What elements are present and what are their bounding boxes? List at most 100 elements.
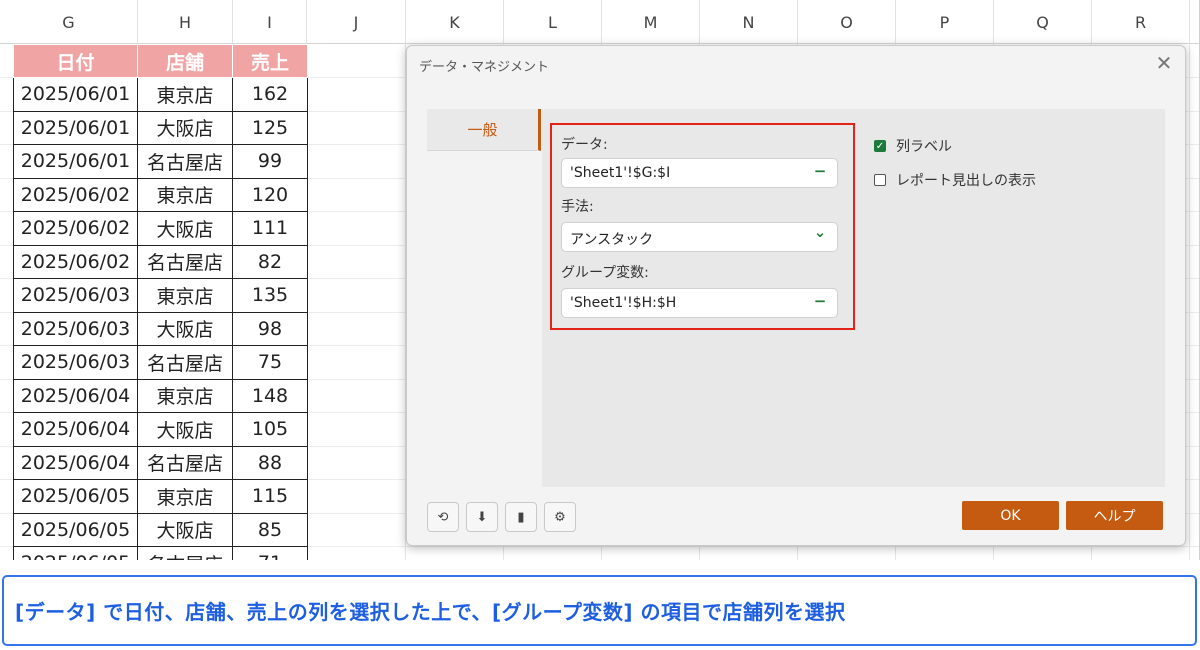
store-cell[interactable]: 東京店 [137,278,233,313]
store-cell[interactable]: 名古屋店 [137,445,233,480]
date-cell[interactable]: 2025/06/05 [13,479,138,514]
date-cell[interactable]: 2025/06/02 [13,177,138,212]
method-select[interactable]: アンスタック ⌄ [561,222,838,252]
store-cell[interactable]: 名古屋店 [137,244,233,279]
column-header[interactable]: R [1092,0,1190,44]
help-button[interactable]: ヘルプ [1066,501,1163,530]
store-cell[interactable]: 大阪店 [137,110,233,145]
ok-button[interactable]: OK [962,501,1059,530]
date-cell[interactable]: 2025/06/02 [13,244,138,279]
caption-text: [データ] で日付、店舗、売上の列を選択した上で、[グループ変数] の項目で店舗… [15,600,846,624]
sales-cell[interactable]: 162 [232,77,308,112]
date-cell[interactable]: 2025/06/04 [13,378,138,413]
report-headings-option[interactable]: レポート見出しの表示 [874,170,1036,190]
collapse-icon[interactable]: − [811,162,829,184]
sales-cell[interactable]: 85 [232,512,308,547]
column-labels-option[interactable]: ✓ 列ラベル [874,136,952,156]
store-cell[interactable]: 東京店 [137,479,233,514]
sales-cell[interactable]: 82 [232,244,308,279]
column-header[interactable]: O [798,0,896,44]
group-range-value: 'Sheet1'!$H:$H [570,295,677,311]
table-row: 2025/06/05名古屋店71 [13,546,308,560]
table-row: 2025/06/03 大阪店 98 [13,311,308,346]
sales-cell[interactable]: 99 [232,144,308,179]
date-cell[interactable]: 2025/06/03 [13,345,138,380]
sales-cell[interactable]: 120 [232,177,308,212]
group-range-field[interactable]: 'Sheet1'!$H:$H − [561,288,838,318]
column-header[interactable]: P [896,0,994,44]
date-cell[interactable]: 2025/06/03 [13,278,138,313]
sales-cell[interactable]: 71 [232,546,308,560]
store-cell[interactable]: 東京店 [137,177,233,212]
column-header[interactable]: H [138,0,233,44]
store-cell[interactable]: 名古屋店 [137,144,233,179]
checkbox-checked-icon[interactable]: ✓ [874,140,886,152]
header-cell-sales[interactable]: 売上 [232,44,308,78]
grid-line [1189,44,1190,560]
table-row: 2025/06/04 名古屋店 88 [13,445,308,480]
date-cell[interactable]: 2025/06/05 [13,546,138,560]
column-headers: GHIJKLMNOPQR [0,0,1199,44]
data-range-field[interactable]: 'Sheet1'!$G:$I − [561,158,838,188]
sales-cell[interactable]: 115 [232,479,308,514]
table-row: 2025/06/01 名古屋店 99 [13,144,308,179]
reset-icon[interactable]: ⟲ [427,502,459,532]
store-cell[interactable]: 東京店 [137,77,233,112]
sales-cell[interactable]: 105 [232,412,308,447]
column-header[interactable]: N [700,0,798,44]
store-cell[interactable]: 大阪店 [137,412,233,447]
sales-cell[interactable]: 88 [232,445,308,480]
group-variable-label: グループ変数: [561,265,649,281]
table-header-row: 日付 店舗 売上 [13,44,308,78]
store-cell[interactable]: 大阪店 [137,311,233,346]
store-cell[interactable]: 大阪店 [137,211,233,246]
column-labels-text: 列ラベル [896,139,952,155]
download-icon[interactable]: ⬇ [466,502,498,532]
store-cell[interactable]: 東京店 [137,378,233,413]
data-table: 日付 店舗 売上 2025/06/01 東京店 162 2025/06/01 大阪店 12… [13,44,308,560]
gear-icon[interactable]: ⚙ [544,502,576,532]
sales-cell[interactable]: 135 [232,278,308,313]
column-header[interactable]: Q [994,0,1092,44]
header-cell-date[interactable]: 日付 [13,44,138,78]
date-cell[interactable]: 2025/06/01 [13,77,138,112]
column-header[interactable]: I [233,0,307,44]
mouse-icon[interactable]: ▮ [505,502,537,532]
data-management-dialog: データ・マネジメント ✕ 一般 データ: 'Sheet1'!$G:$I − 手法… [406,45,1186,546]
sales-cell[interactable]: 148 [232,378,308,413]
sales-cell[interactable]: 75 [232,345,308,380]
chevron-down-icon[interactable]: ⌄ [811,223,829,245]
store-cell[interactable]: 大阪店 [137,512,233,547]
checkbox-icon[interactable] [874,174,886,186]
collapse-icon[interactable]: − [811,292,829,314]
table-row: 2025/06/01 東京店 162 [13,77,308,112]
table-row: 2025/06/02 東京店 120 [13,177,308,212]
store-cell[interactable]: 名古屋店 [137,345,233,380]
table-row: 2025/06/05 大阪店 85 [13,512,308,547]
sales-cell[interactable]: 111 [232,211,308,246]
close-icon[interactable]: ✕ [1153,52,1175,74]
data-label: データ: [561,137,608,153]
column-header[interactable]: K [406,0,504,44]
date-cell[interactable]: 2025/06/05 [13,512,138,547]
report-headings-text: レポート見出しの表示 [896,173,1036,189]
date-cell[interactable]: 2025/06/04 [13,445,138,480]
table-row: 2025/06/02 名古屋店 82 [13,244,308,279]
store-cell[interactable]: 名古屋店 [137,546,233,560]
column-header[interactable]: M [602,0,700,44]
sales-cell[interactable]: 98 [232,311,308,346]
tab-general[interactable]: 一般 [427,109,541,151]
data-range-value: 'Sheet1'!$G:$I [570,165,671,181]
header-cell-store[interactable]: 店舗 [137,44,233,78]
date-cell[interactable]: 2025/06/01 [13,110,138,145]
date-cell[interactable]: 2025/06/01 [13,144,138,179]
method-value: アンスタック [570,232,654,248]
date-cell[interactable]: 2025/06/03 [13,311,138,346]
date-cell[interactable]: 2025/06/04 [13,412,138,447]
column-header[interactable]: L [504,0,602,44]
sales-cell[interactable]: 125 [232,110,308,145]
date-cell[interactable]: 2025/06/02 [13,211,138,246]
column-header[interactable]: J [307,0,406,44]
table-row: 2025/06/03 東京店 135 [13,278,308,313]
column-header[interactable]: G [0,0,138,44]
